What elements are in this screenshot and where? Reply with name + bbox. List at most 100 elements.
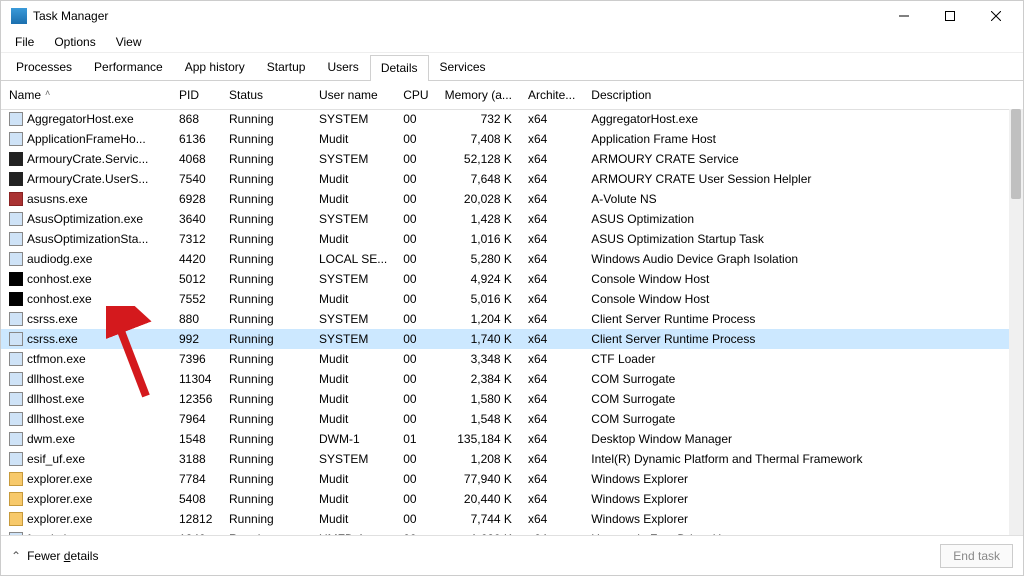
cell-mem: 5,280 K [437, 249, 520, 269]
table-row[interactable]: fontdrvhost.exe1240RunningUMFD-1001,620 … [1, 529, 1023, 535]
cell-mem: 1,016 K [437, 229, 520, 249]
table-row[interactable]: csrss.exe992RunningSYSTEM001,740 Kx64Cli… [1, 329, 1023, 349]
column-header-user[interactable]: User name [311, 81, 395, 109]
table-row[interactable]: esif_uf.exe3188RunningSYSTEM001,208 Kx64… [1, 449, 1023, 469]
table-row[interactable]: ArmouryCrate.Servic...4068RunningSYSTEM0… [1, 149, 1023, 169]
cell-mem: 3,348 K [437, 349, 520, 369]
maximize-icon [945, 11, 955, 21]
cell-user: Mudit [311, 229, 395, 249]
cell-cpu: 00 [395, 329, 436, 349]
table-row[interactable]: AsusOptimization.exe3640RunningSYSTEM001… [1, 209, 1023, 229]
table-row[interactable]: asusns.exe6928RunningMudit0020,028 Kx64A… [1, 189, 1023, 209]
table-row[interactable]: explorer.exe12812RunningMudit007,744 Kx6… [1, 509, 1023, 529]
minimize-button[interactable] [881, 1, 927, 31]
cell-mem: 52,128 K [437, 149, 520, 169]
cell-user: Mudit [311, 489, 395, 509]
table-row[interactable]: ApplicationFrameHo...6136RunningMudit007… [1, 129, 1023, 149]
tab-users[interactable]: Users [316, 54, 369, 80]
table-row[interactable]: conhost.exe7552RunningMudit005,016 Kx64C… [1, 289, 1023, 309]
process-icon [9, 172, 23, 186]
cell-desc: Windows Explorer [583, 469, 1023, 489]
cell-user: Mudit [311, 169, 395, 189]
tab-services[interactable]: Services [429, 54, 497, 80]
cell-arch: x64 [520, 169, 583, 189]
process-icon [9, 272, 23, 286]
cell-cpu: 01 [395, 429, 436, 449]
tab-performance[interactable]: Performance [83, 54, 174, 80]
tab-startup[interactable]: Startup [256, 54, 317, 80]
cell-cpu: 00 [395, 169, 436, 189]
titlebar[interactable]: Task Manager [1, 1, 1023, 31]
column-header-pid[interactable]: PID [171, 81, 221, 109]
process-icon [9, 232, 23, 246]
tab-app-history[interactable]: App history [174, 54, 256, 80]
table-row[interactable]: dwm.exe1548RunningDWM-101135,184 Kx64Des… [1, 429, 1023, 449]
cell-user: Mudit [311, 289, 395, 309]
menu-options[interactable]: Options [44, 33, 105, 51]
cell-user: Mudit [311, 349, 395, 369]
table-row[interactable]: csrss.exe880RunningSYSTEM001,204 Kx64Cli… [1, 309, 1023, 329]
cell-name: explorer.exe [1, 509, 171, 529]
column-header-desc[interactable]: Description [583, 81, 1023, 109]
details-grid-container: Name˄PIDStatusUser nameCPUMemory (a...Ar… [1, 81, 1023, 535]
menu-file[interactable]: File [5, 33, 44, 51]
table-row[interactable]: dllhost.exe7964RunningMudit001,548 Kx64C… [1, 409, 1023, 429]
cell-status: Running [221, 369, 311, 389]
column-header-arch[interactable]: Archite... [520, 81, 583, 109]
table-row[interactable]: explorer.exe5408RunningMudit0020,440 Kx6… [1, 489, 1023, 509]
process-icon [9, 212, 23, 226]
cell-name: conhost.exe [1, 289, 171, 309]
cell-name: dllhost.exe [1, 369, 171, 389]
tab-details[interactable]: Details [370, 55, 429, 81]
cell-status: Running [221, 109, 311, 129]
vertical-scrollbar[interactable] [1009, 109, 1023, 535]
tab-processes[interactable]: Processes [5, 54, 83, 80]
table-row[interactable]: dllhost.exe11304RunningMudit002,384 Kx64… [1, 369, 1023, 389]
fewer-details-toggle[interactable]: ⌃ Fewer details [11, 549, 98, 563]
cell-status: Running [221, 129, 311, 149]
table-row[interactable]: ctfmon.exe7396RunningMudit003,348 Kx64CT… [1, 349, 1023, 369]
cell-pid: 7964 [171, 409, 221, 429]
cell-name: fontdrvhost.exe [1, 529, 171, 535]
cell-pid: 4420 [171, 249, 221, 269]
cell-name: dllhost.exe [1, 389, 171, 409]
cell-desc: Usermode Font Driver Host [583, 529, 1023, 535]
table-row[interactable]: ArmouryCrate.UserS...7540RunningMudit007… [1, 169, 1023, 189]
cell-mem: 1,428 K [437, 209, 520, 229]
cell-desc: ARMOURY CRATE User Session Helpler [583, 169, 1023, 189]
menu-view[interactable]: View [106, 33, 152, 51]
process-icon [9, 152, 23, 166]
cell-arch: x64 [520, 469, 583, 489]
table-row[interactable]: AggregatorHost.exe868RunningSYSTEM00732 … [1, 109, 1023, 129]
cell-name: dwm.exe [1, 429, 171, 449]
cell-arch: x64 [520, 529, 583, 535]
cell-cpu: 00 [395, 309, 436, 329]
details-grid[interactable]: Name˄PIDStatusUser nameCPUMemory (a...Ar… [1, 81, 1023, 535]
cell-arch: x64 [520, 309, 583, 329]
cell-user: SYSTEM [311, 309, 395, 329]
column-header-row[interactable]: Name˄PIDStatusUser nameCPUMemory (a...Ar… [1, 81, 1023, 109]
end-task-button[interactable]: End task [940, 544, 1013, 568]
cell-user: Mudit [311, 469, 395, 489]
cell-cpu: 00 [395, 509, 436, 529]
cell-pid: 1240 [171, 529, 221, 535]
cell-arch: x64 [520, 289, 583, 309]
table-row[interactable]: conhost.exe5012RunningSYSTEM004,924 Kx64… [1, 269, 1023, 289]
table-row[interactable]: AsusOptimizationSta...7312RunningMudit00… [1, 229, 1023, 249]
column-header-mem[interactable]: Memory (a... [437, 81, 520, 109]
process-icon [9, 372, 23, 386]
close-button[interactable] [973, 1, 1019, 31]
column-header-cpu[interactable]: CPU [395, 81, 436, 109]
cell-desc: CTF Loader [583, 349, 1023, 369]
cell-arch: x64 [520, 489, 583, 509]
table-row[interactable]: audiodg.exe4420RunningLOCAL SE...005,280… [1, 249, 1023, 269]
process-icon [9, 292, 23, 306]
column-header-name[interactable]: Name˄ [1, 81, 171, 109]
table-row[interactable]: dllhost.exe12356RunningMudit001,580 Kx64… [1, 389, 1023, 409]
maximize-button[interactable] [927, 1, 973, 31]
column-header-status[interactable]: Status [221, 81, 311, 109]
table-row[interactable]: explorer.exe7784RunningMudit0077,940 Kx6… [1, 469, 1023, 489]
process-icon [9, 452, 23, 466]
scrollbar-thumb[interactable] [1011, 109, 1021, 199]
cell-user: SYSTEM [311, 209, 395, 229]
